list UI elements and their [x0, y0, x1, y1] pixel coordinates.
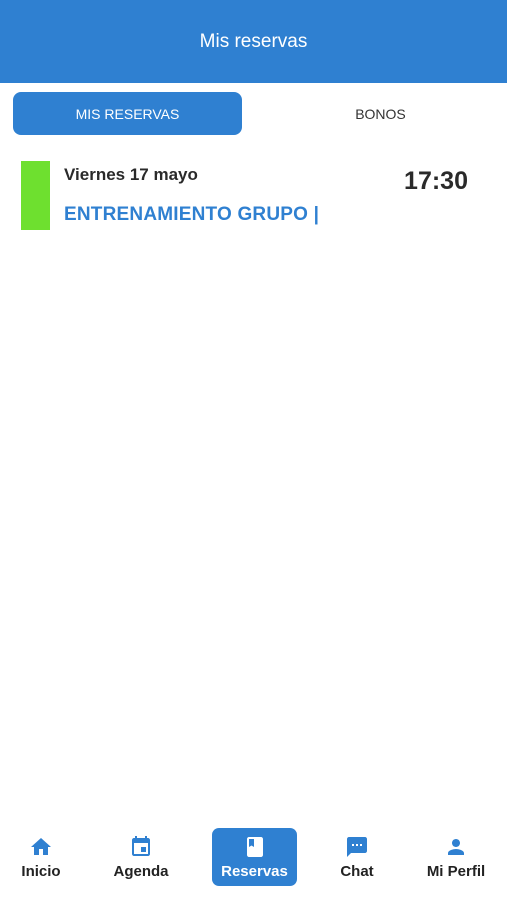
nav-agenda[interactable]: Agenda — [106, 828, 176, 886]
booking-activity: ENTRENAMIENTO GRUPO | — [64, 204, 320, 225]
nav-chat[interactable]: Chat — [334, 828, 380, 886]
nav-inicio[interactable]: Inicio — [12, 828, 70, 886]
booking-card[interactable]: Viernes 17 mayo 17:30 ENTRENAMIENTO GRUP… — [0, 152, 507, 242]
tab-bonos[interactable]: BONOS — [266, 92, 495, 135]
booking-time: 17:30 — [404, 167, 468, 195]
tab-bar: MIS RESERVAS BONOS — [0, 83, 507, 141]
nav-label: Reservas — [221, 862, 288, 880]
nav-reservas[interactable]: Reservas — [212, 828, 297, 886]
calendar-icon — [128, 835, 154, 859]
bottom-navigation: Inicio Agenda Reservas Chat Mi Perfil — [0, 820, 507, 900]
nav-label: Mi Perfil — [426, 862, 486, 880]
nav-mi-perfil[interactable]: Mi Perfil — [424, 828, 488, 886]
person-icon — [443, 835, 469, 859]
nav-label: Inicio — [21, 862, 61, 880]
booking-color-marker — [21, 161, 50, 230]
app-header: Mis reservas — [0, 0, 507, 83]
nav-label: Chat — [340, 862, 374, 880]
tab-mis-reservas[interactable]: MIS RESERVAS — [13, 92, 242, 135]
book-icon — [242, 835, 268, 859]
home-icon — [28, 835, 54, 859]
page-title: Mis reservas — [199, 30, 308, 52]
nav-label: Agenda — [113, 862, 169, 880]
booking-date: Viernes 17 mayo — [64, 165, 198, 184]
chat-icon — [344, 835, 370, 859]
